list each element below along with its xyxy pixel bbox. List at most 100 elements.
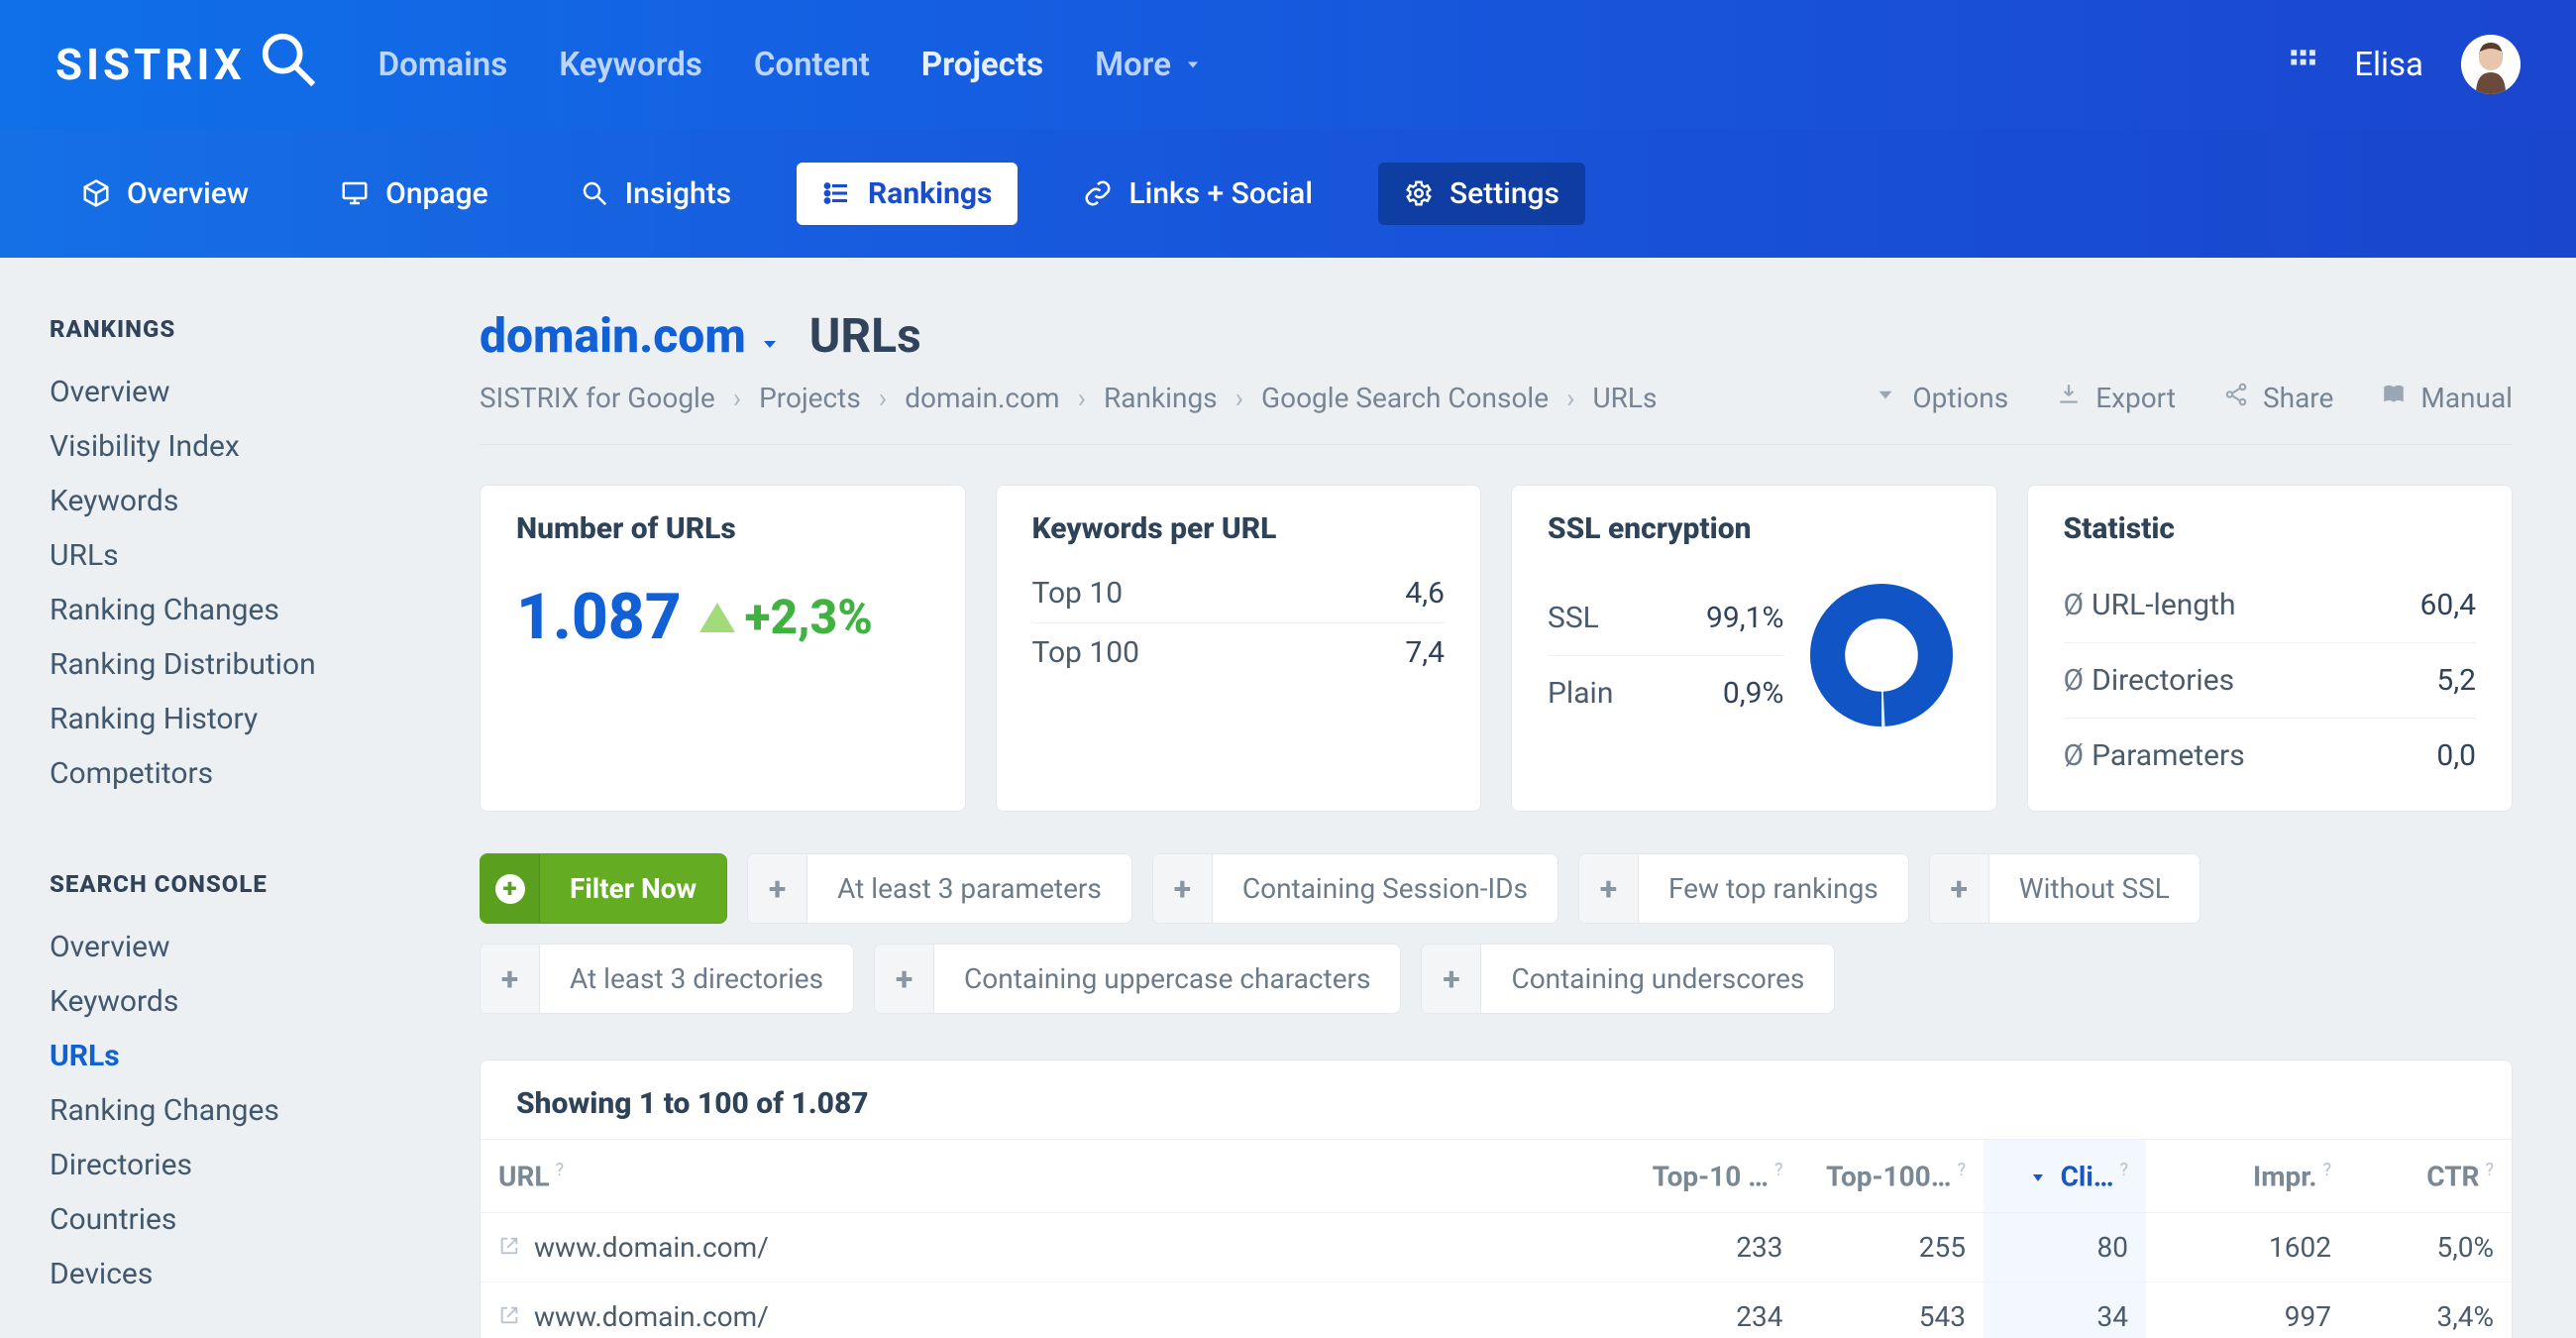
kpi-title: Keywords per URL — [997, 486, 1481, 556]
sidebar-item-keywords[interactable]: Keywords — [50, 474, 416, 528]
filter-pill[interactable]: +At least 3 directories — [480, 944, 854, 1014]
sidebar-item-ranking-changes[interactable]: Ranking Changes — [50, 583, 416, 637]
plus-icon: + — [481, 854, 540, 923]
subnav-item-onpage[interactable]: Onpage — [314, 163, 513, 225]
monitor-icon — [340, 178, 370, 208]
topnav-item-content[interactable]: Content — [754, 46, 870, 84]
subnav-item-insights[interactable]: Insights — [554, 163, 757, 225]
breadcrumb-item[interactable]: Rankings — [1104, 382, 1218, 414]
plus-icon: + — [1579, 854, 1639, 923]
triangle-up-icon — [699, 603, 735, 632]
breadcrumb-item[interactable]: domain.com — [905, 382, 1059, 414]
brand[interactable]: SISTRIX — [55, 29, 319, 101]
cell-ctr: 5,0% — [2349, 1213, 2512, 1282]
sidebar-item-urls[interactable]: URLs — [50, 528, 416, 583]
kpi-delta-value: +2,3% — [745, 589, 873, 645]
share-button[interactable]: Share — [2223, 382, 2333, 414]
plus-icon: + — [875, 945, 934, 1013]
breadcrumb-row: SISTRIX for Google›Projects›domain.com›R… — [480, 382, 2513, 445]
sidebar-item-competitors[interactable]: Competitors — [50, 746, 416, 801]
table-row[interactable]: www.domain.com/234543349973,4% — [481, 1282, 2512, 1338]
sort-desc-icon — [2030, 1160, 2046, 1192]
manual-button[interactable]: Manual — [2381, 382, 2513, 414]
table-row[interactable]: www.domain.com/2332558016025,0% — [481, 1213, 2512, 1282]
filter-pill[interactable]: +Containing underscores — [1421, 944, 1835, 1014]
subnav-item-settings[interactable]: Settings — [1378, 163, 1585, 225]
sidebar-item-ranking-history[interactable]: Ranking History — [50, 692, 416, 746]
link-icon — [1083, 178, 1113, 208]
topnav-item-keywords[interactable]: Keywords — [559, 46, 702, 84]
filter-pill[interactable]: +Few top rankings — [1578, 853, 1909, 924]
breadcrumb-item[interactable]: Projects — [759, 382, 861, 414]
subnav-item-rankings[interactable]: Rankings — [797, 163, 1018, 225]
list-icon — [822, 178, 852, 208]
user-name[interactable]: Elisa — [2354, 46, 2423, 84]
search-icon — [580, 178, 609, 208]
col-top10[interactable]: Top-10 …? — [1618, 1140, 1801, 1213]
sidebar-item-overview[interactable]: Overview — [50, 920, 416, 974]
topnav-item-projects[interactable]: Projects — [921, 46, 1043, 84]
breadcrumb-item[interactable]: Google Search Console — [1261, 382, 1549, 414]
col-ctr[interactable]: CTR? — [2349, 1140, 2512, 1213]
options-dropdown[interactable]: Options — [1873, 382, 2008, 414]
topnav-item-domains[interactable]: Domains — [378, 46, 508, 84]
sidebar-item-countries[interactable]: Countries — [50, 1192, 416, 1247]
filter-now-button[interactable]: +Filter Now — [480, 853, 727, 924]
avatar[interactable] — [2461, 35, 2521, 94]
topnav-right: Elisa — [2289, 35, 2521, 94]
kpi-title: SSL encryption — [1512, 486, 1996, 556]
kpi-row: SSL99,1% — [1548, 581, 1784, 655]
kpi-row: Plain0,9% — [1548, 655, 1784, 730]
sub-navbar: Overview Onpage Insights Rankings Links + So… — [0, 129, 2576, 258]
col-url[interactable]: URL? — [481, 1140, 1618, 1213]
gear-icon — [1404, 178, 1434, 208]
subnav-item-links-social[interactable]: Links + Social — [1057, 163, 1339, 225]
filter-pill[interactable]: +Containing Session-IDs — [1152, 853, 1558, 924]
apps-grid-icon[interactable] — [2289, 46, 2316, 84]
kpi-cards: Number of URLs 1.087 +2,3% Keywords per … — [480, 485, 2513, 812]
sidebar-item-directories[interactable]: Directories — [50, 1138, 416, 1192]
page-actions: Options Export Share Manual — [1873, 382, 2513, 414]
download-icon — [2056, 382, 2082, 414]
urls-table-card: Showing 1 to 100 of 1.087 URL? Top-10 …?… — [480, 1059, 2513, 1338]
col-clicks[interactable]: Cli…? — [1984, 1140, 2146, 1213]
external-link-icon — [498, 1304, 520, 1326]
external-link-icon — [498, 1235, 520, 1257]
kpi-keywords-per-url: Keywords per URL Top 104,6Top 1007,4 — [996, 485, 1482, 812]
statistic-rows: ØURL-length60,4ØDirectories5,2ØParameter… — [2028, 556, 2513, 811]
cell-url: www.domain.com/ — [481, 1213, 1618, 1282]
kpi-row: ØURL-length60,4 — [2064, 568, 2477, 642]
options-label: Options — [1912, 382, 2008, 414]
kpi-title: Statistic — [2028, 486, 2513, 556]
breadcrumb-item[interactable]: SISTRIX for Google — [480, 382, 715, 414]
cell-clicks: 34 — [1984, 1282, 2146, 1338]
kpi-row: Top 104,6 — [1032, 564, 1446, 622]
topnav-item-more[interactable]: More — [1095, 46, 1203, 84]
breadcrumb: SISTRIX for Google›Projects›domain.com›R… — [480, 382, 1657, 414]
export-label: Export — [2095, 382, 2176, 414]
plus-icon: + — [1153, 854, 1213, 923]
brand-text: SISTRIX — [55, 39, 246, 90]
cube-icon — [81, 178, 111, 208]
ssl-donut-chart — [1802, 576, 1961, 734]
col-impr[interactable]: Impr.? — [2146, 1140, 2349, 1213]
sidebar-item-ranking-changes[interactable]: Ranking Changes — [50, 1083, 416, 1138]
cell-top100: 255 — [1801, 1213, 1985, 1282]
export-button[interactable]: Export — [2056, 382, 2176, 414]
plus-icon: + — [1422, 945, 1481, 1013]
sidebar-item-overview[interactable]: Overview — [50, 365, 416, 419]
sidebar-item-keywords[interactable]: Keywords — [50, 974, 416, 1029]
filter-pill[interactable]: +Without SSL — [1929, 853, 2200, 924]
sidebar-item-visibility-index[interactable]: Visibility Index — [50, 419, 416, 474]
subnav-item-overview[interactable]: Overview — [55, 163, 274, 225]
plus-icon: + — [1930, 854, 1989, 923]
col-top100[interactable]: Top-100…? — [1801, 1140, 1985, 1213]
filter-pill[interactable]: +At least 3 parameters — [747, 853, 1132, 924]
book-icon — [2381, 382, 2407, 414]
sidebar-item-urls[interactable]: URLs — [50, 1029, 416, 1083]
domain-selector[interactable]: domain.com — [480, 307, 782, 364]
kpi-number-of-urls: Number of URLs 1.087 +2,3% — [480, 485, 966, 812]
sidebar-item-ranking-distribution[interactable]: Ranking Distribution — [50, 637, 416, 692]
filter-pill[interactable]: +Containing uppercase characters — [874, 944, 1401, 1014]
sidebar-item-devices[interactable]: Devices — [50, 1247, 416, 1301]
